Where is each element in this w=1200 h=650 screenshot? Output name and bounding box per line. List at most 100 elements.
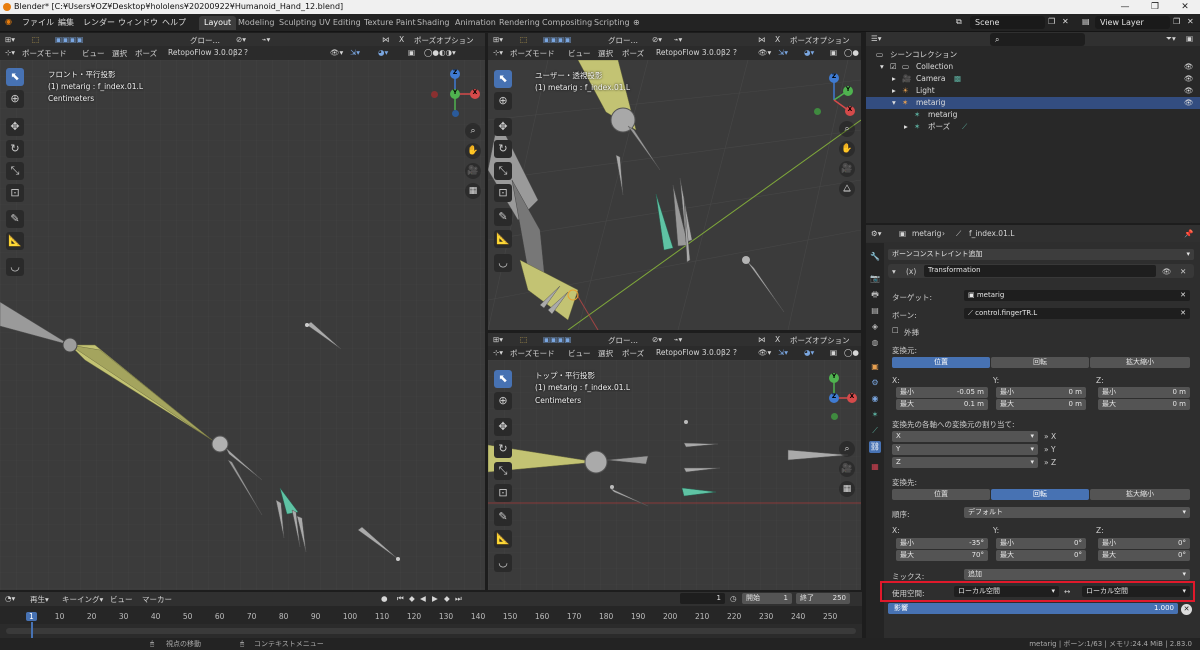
snap-icon[interactable]: ⌁▾ bbox=[674, 335, 682, 344]
to-z-max-field[interactable]: 最大 0° bbox=[1098, 550, 1190, 561]
menu-pose[interactable]: ポーズ bbox=[622, 48, 644, 59]
move-tool-icon[interactable]: ✥ bbox=[6, 118, 24, 136]
zoom-icon[interactable]: ⌕ bbox=[839, 441, 855, 457]
editor-type-icon[interactable]: ◔▾ bbox=[5, 594, 15, 603]
tab-uv-editing[interactable]: UV Editing bbox=[314, 16, 366, 30]
view-layer-selector[interactable]: View Layer bbox=[1095, 16, 1170, 29]
outliner-row-pose[interactable]: ▸ ✶ ポーズ ⟋ bbox=[866, 121, 1200, 133]
help-icon[interactable]: ? bbox=[244, 48, 248, 57]
outliner-row-light[interactable]: ▸ ☀ Light 👁 bbox=[866, 85, 1200, 97]
xray-icon[interactable]: ▣ bbox=[408, 48, 415, 57]
zoom-icon[interactable]: ⌕ bbox=[839, 121, 855, 137]
new-view-layer-icon[interactable]: ❐ bbox=[1173, 17, 1180, 26]
world-tab-icon[interactable]: ◍ bbox=[869, 337, 881, 349]
record-icon[interactable]: ● bbox=[381, 594, 388, 603]
pan-hand-icon[interactable]: ✋ bbox=[465, 143, 481, 159]
visibility-eye-icon[interactable]: 👁 bbox=[1184, 73, 1194, 85]
blender-menu-icon[interactable]: ◉ bbox=[5, 17, 12, 26]
cursor-tool-icon[interactable]: ⊕ bbox=[494, 392, 512, 410]
select-box-tool-icon[interactable]: ⬉ bbox=[494, 370, 512, 388]
from-x-min-field[interactable]: 最小 -0.05 m bbox=[896, 387, 988, 398]
editor-type-icon[interactable]: ⚙▾ bbox=[871, 229, 882, 238]
expand-icon[interactable]: ▸ bbox=[892, 85, 896, 97]
render-tab-icon[interactable]: 📷 bbox=[869, 273, 881, 285]
from-y-min-field[interactable]: 最小 0 m bbox=[996, 387, 1086, 398]
from-y-max-field[interactable]: 最大 0 m bbox=[996, 399, 1086, 410]
end-frame-field[interactable]: 終了 250 bbox=[796, 593, 850, 604]
outliner-editor[interactable]: ☰▾ ⌕ ⏷▾ ▣ ▭ シーンコレクション ▾ ☑ ▭ Collection 👁… bbox=[866, 32, 1200, 223]
bone-size-tool-icon[interactable]: ◡ bbox=[6, 258, 24, 276]
visibility-eye-icon[interactable]: 👁 bbox=[1184, 61, 1194, 73]
orientation-selector[interactable]: グロー… bbox=[190, 35, 220, 46]
selection-mode-icons[interactable]: ▣▣▣▣ bbox=[543, 335, 571, 344]
rotation-order-select[interactable]: デフォルト ▾ bbox=[964, 507, 1190, 518]
pivot-icon[interactable]: ⊘▾ bbox=[652, 335, 662, 344]
x-mirror-toggle[interactable]: X bbox=[399, 35, 404, 44]
close-window-icon[interactable]: ✕ bbox=[1170, 0, 1200, 14]
select-box-tool-icon[interactable]: ⬉ bbox=[494, 70, 512, 88]
playback-menu[interactable]: 再生▾ bbox=[30, 594, 49, 605]
xray-icon[interactable]: ▣ bbox=[830, 48, 837, 57]
mapping-source-x[interactable]: X ▾ bbox=[892, 431, 1038, 442]
menu-help[interactable]: ヘルプ bbox=[162, 17, 186, 28]
from-x-max-field[interactable]: 最大 0.1 m bbox=[896, 399, 988, 410]
mode-selector[interactable]: ポーズモード bbox=[22, 48, 67, 59]
clear-target-icon[interactable]: ✕ bbox=[1180, 290, 1186, 301]
pan-hand-icon[interactable]: ✋ bbox=[839, 141, 855, 157]
scale-tool-icon[interactable]: ⤡ bbox=[494, 162, 512, 180]
bone-tab-icon[interactable]: ⟋ bbox=[869, 425, 881, 437]
camera-view-icon[interactable]: 🎥 bbox=[465, 163, 481, 179]
new-scene-icon[interactable]: ❐ bbox=[1048, 17, 1055, 26]
maximize-icon[interactable]: ❐ bbox=[1140, 0, 1170, 14]
view-icon[interactable]: ⊹▾ bbox=[493, 48, 503, 57]
menu-view[interactable]: ビュー bbox=[568, 48, 591, 59]
zoom-icon[interactable]: ⌕ bbox=[465, 123, 481, 139]
menu-select[interactable]: 選択 bbox=[598, 48, 613, 59]
perspective-toggle-icon[interactable]: ⧋ bbox=[839, 181, 855, 197]
mode-selector[interactable]: ポーズモード bbox=[510, 48, 555, 59]
rotate-tool-icon[interactable]: ↻ bbox=[6, 140, 24, 158]
visibility-icon[interactable]: 👁▾ bbox=[758, 48, 771, 57]
mapping-source-z[interactable]: Z ▾ bbox=[892, 457, 1038, 468]
target-field[interactable]: ▣ metarig ✕ bbox=[964, 290, 1190, 301]
gizmo-toggle-icon[interactable]: ⇲▾ bbox=[778, 48, 788, 57]
delete-constraint-icon[interactable]: ✕ bbox=[1180, 267, 1186, 276]
menu-view[interactable]: ビュー bbox=[110, 594, 133, 605]
measure-tool-icon[interactable]: 📐 bbox=[494, 230, 512, 248]
clock-icon[interactable]: ◷ bbox=[730, 594, 737, 603]
add-workspace-icon[interactable]: ⊕ bbox=[628, 16, 645, 30]
scene-selector[interactable]: Scene bbox=[970, 16, 1045, 29]
tool-tab-icon[interactable]: 🔧 bbox=[869, 251, 881, 263]
map-from-scale-tab[interactable]: 拡大縮小 bbox=[1090, 357, 1190, 368]
viewport-user[interactable]: ⊞▾ ⬚ ▣▣▣▣ グロー… ⊘▾ ⌁▾ ⋈ X ポーズオプション ⊹▾ ポーズ… bbox=[488, 33, 861, 330]
bone-size-tool-icon[interactable]: ◡ bbox=[494, 554, 512, 572]
selection-mode-icons[interactable]: ▣▣▣▣ bbox=[543, 35, 571, 44]
play-icon[interactable]: ▶ bbox=[432, 594, 438, 603]
gizmo-toggle-icon[interactable]: ⇲▾ bbox=[350, 48, 360, 57]
collapse-icon[interactable]: ▾ bbox=[892, 267, 896, 276]
properties-editor[interactable]: ⚙▾ ▣ metarig › ⟋ f_index.01.L 📌 🔧 📷 🖶 ▤ … bbox=[866, 225, 1200, 638]
from-z-max-field[interactable]: 最大 0 m bbox=[1098, 399, 1190, 410]
x-mirror-toggle[interactable]: X bbox=[775, 335, 780, 344]
select-mode-icon[interactable]: ⬚ bbox=[520, 335, 527, 344]
view-icon[interactable]: ⊹▾ bbox=[5, 48, 15, 57]
to-z-min-field[interactable]: 最小 0° bbox=[1098, 538, 1190, 549]
expand-icon[interactable]: ▾ bbox=[880, 61, 884, 73]
rotate-tool-icon[interactable]: ↻ bbox=[494, 140, 512, 158]
move-tool-icon[interactable]: ✥ bbox=[494, 118, 512, 136]
menu-pose[interactable]: ポーズ bbox=[135, 48, 157, 59]
cursor-tool-icon[interactable]: ⊕ bbox=[6, 90, 24, 108]
tab-layout[interactable]: Layout bbox=[199, 16, 237, 30]
output-tab-icon[interactable]: 🖶 bbox=[869, 289, 881, 301]
x-axis-icon[interactable]: X bbox=[470, 89, 480, 99]
select-mode-icon[interactable]: ⬚ bbox=[520, 35, 527, 44]
neg-z-axis-icon[interactable] bbox=[452, 110, 459, 117]
texture-tab-icon[interactable]: ▦ bbox=[869, 461, 881, 473]
annotate-tool-icon[interactable]: ✎ bbox=[494, 508, 512, 526]
subtarget-bone-field[interactable]: ⟋ control.fingerTR.L ✕ bbox=[964, 308, 1190, 319]
snap-icon[interactable]: ⌁▾ bbox=[674, 35, 682, 44]
navigation-gizmo[interactable]: Y Z X bbox=[806, 368, 861, 428]
shading-mode-icons[interactable]: ◯●◐◑▾ bbox=[424, 48, 456, 57]
pivot-icon[interactable]: ⊘▾ bbox=[236, 35, 246, 44]
select-mode-icon[interactable]: ⬚ bbox=[32, 35, 39, 44]
